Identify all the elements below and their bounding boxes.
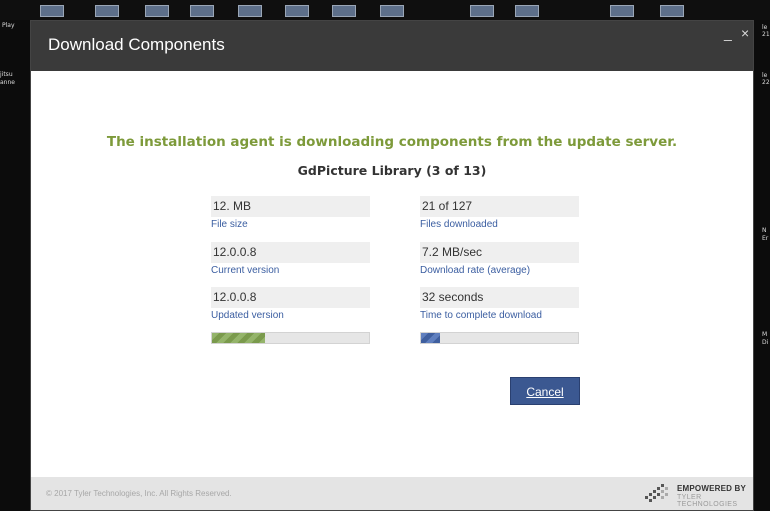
desktop-left-strip: Play jitsu anne [0,20,30,511]
desktop-taskbar-top [0,0,770,20]
desktop-label[interactable]: M [762,331,767,338]
desktop-window-thumbnail[interactable] [145,5,169,17]
tyler-logo-icon [645,484,668,502]
close-button[interactable]: × [741,25,749,41]
brand-line-2: TYLER TECHNOLOGIES [677,494,738,508]
desktop-window-thumbnail[interactable] [40,5,64,17]
desktop-window-thumbnail[interactable] [470,5,494,17]
component-progress-bar [211,332,370,344]
files-downloaded-value: 21 of 127 [420,196,579,217]
status-message: The installation agent is downloading co… [106,134,678,150]
updated-version-label: Updated version [211,310,284,321]
time-remaining-value: 32 seconds [420,287,579,308]
desktop-window-thumbnail[interactable] [238,5,262,17]
desktop-label[interactable]: anne [0,79,15,86]
current-version-label: Current version [211,265,280,276]
dialog-footer: © 2017 Tyler Technologies, Inc. All Righ… [31,477,753,510]
download-rate-value: 7.2 MB/sec [420,242,579,263]
minimize-button[interactable]: _ [724,25,732,41]
desktop-window-thumbnail[interactable] [285,5,309,17]
dialog-title: Download Components [48,35,225,54]
download-rate-label: Download rate (average) [420,265,531,276]
desktop-label[interactable]: 22 [762,79,770,86]
desktop-label[interactable]: le [762,72,767,79]
cancel-button-label: Cancel [526,385,564,399]
overall-progress-fill [421,333,440,343]
desktop-label[interactable]: jitsu [0,71,13,78]
dialog-titlebar[interactable]: Download Components _ × [31,21,753,71]
copyright-text: © 2017 Tyler Technologies, Inc. All Righ… [46,489,232,498]
updated-version-value: 12.0.0.8 [211,287,370,308]
current-version-value: 12.0.0.8 [211,242,370,263]
desktop-label[interactable]: 21 [762,31,770,38]
file-size-value: 12. MB [211,196,370,217]
desktop-window-thumbnail[interactable] [95,5,119,17]
desktop-window-thumbnail[interactable] [190,5,214,17]
files-downloaded-label: Files downloaded [420,219,498,230]
desktop-window-thumbnail[interactable] [332,5,356,17]
desktop-label[interactable]: Play [2,22,15,29]
desktop-right-strip: le 21 le 22 N Er M Di [752,20,770,511]
desktop-window-thumbnail[interactable] [515,5,539,17]
component-progress-fill [212,333,266,343]
desktop-label[interactable]: Er [762,235,768,242]
current-component-label: GdPicture Library (3 of 13) [297,163,487,178]
brand-line-1: EMPOWERED BY [677,484,747,493]
file-size-label: File size [211,219,248,230]
desktop-window-thumbnail[interactable] [660,5,684,17]
desktop-window-thumbnail[interactable] [380,5,404,17]
desktop-label[interactable]: le [762,24,767,31]
desktop-label[interactable]: N [762,227,767,234]
desktop-label[interactable]: Di [762,339,768,346]
download-components-dialog: Download Components _ × The installation… [30,20,754,511]
desktop-window-thumbnail[interactable] [610,5,634,17]
cancel-button[interactable]: Cancel [510,377,580,405]
time-remaining-label: Time to complete download [420,310,542,321]
overall-progress-bar [420,332,579,344]
